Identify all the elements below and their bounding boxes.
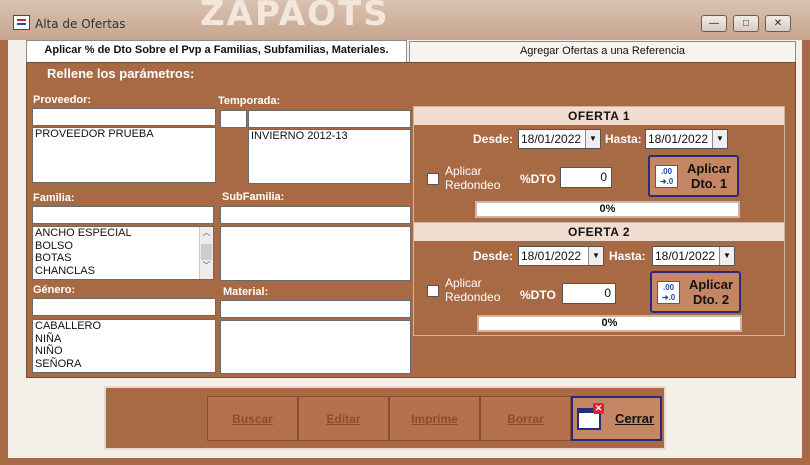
list-item[interactable]: NIÑO [33,345,215,358]
title-bar: Alta de Ofertas ZAPAOTS — □ ✕ [0,0,810,40]
aplicar-dto-1-button[interactable]: .00 ➜.0 Aplicar Dto. 1 [648,155,739,197]
oferta-1-panel: OFERTA 1 Desde: 18/01/2022 ▼ Hasta: 18/0… [413,106,785,223]
material-label: Material: [223,286,269,298]
cerrar-button[interactable]: ✕ Cerrar [571,396,662,441]
oferta-1-hasta-label: Hasta: [605,132,642,146]
scroll-thumb[interactable] [201,244,212,260]
imprime-button[interactable]: Imprime [389,396,480,441]
oferta-1-dto-label: %DTO [520,172,556,186]
scroll-down-icon[interactable]: ﹀ [200,260,213,271]
familia-label: Familia: [33,192,75,204]
chevron-down-icon[interactable]: ▼ [585,130,600,148]
material-filter-input[interactable] [220,300,411,318]
minimize-button[interactable]: — [701,15,727,32]
tab-aplicar-dto[interactable]: Aplicar % de Dto Sobre el Pvp a Familias… [26,40,407,63]
oferta-2-desde-date[interactable]: 18/01/2022 ▼ [518,246,604,266]
oferta-2-hasta-value: 18/01/2022 [655,249,716,263]
tab-agregar-ofertas[interactable]: Agregar Ofertas a una Referencia [409,41,796,62]
chevron-down-icon[interactable]: ▼ [719,247,734,265]
list-item[interactable]: NIÑA [33,333,215,346]
decimal-icon: .00 ➜.0 [655,165,678,188]
maximize-button[interactable]: □ [733,15,759,32]
proveedor-label: Proveedor: [33,94,92,106]
form-heading: Rellene los parámetros: [47,66,195,81]
oferta-1-title: OFERTA 1 [414,107,784,125]
close-icon: ✕ [593,403,604,414]
material-list[interactable] [220,320,411,374]
oferta-1-hasta-date[interactable]: 18/01/2022 ▼ [645,129,728,149]
oferta-1-redondeo-checkbox[interactable] [427,173,439,185]
oferta-2-redondeo-label: Aplicar Redondeo [445,276,501,304]
list-item[interactable]: INVIERNO 2012-13 [249,130,410,143]
chevron-down-icon[interactable]: ▼ [588,247,603,265]
proveedor-list[interactable]: PROVEEDOR PRUEBA [32,127,216,183]
close-button[interactable]: ✕ [765,15,791,32]
aplicar-dto-2-button[interactable]: .00 ➜.0 Aplicar Dto. 2 [650,271,741,313]
subfamilia-label: SubFamilia: [222,191,285,203]
oferta-1-hasta-value: 18/01/2022 [648,132,709,146]
buscar-button[interactable]: Buscar [207,396,298,441]
oferta-1-progress-bar: 0% [475,201,740,218]
list-item[interactable]: SEÑORA [33,358,215,371]
list-item[interactable]: CABALLERO [33,320,215,333]
genero-list[interactable]: CABALLERO NIÑA NIÑO SEÑORA [32,319,216,373]
editar-button[interactable]: Editar [298,396,389,441]
familia-scrollbar[interactable]: ︿ ﹀ [199,227,213,279]
oferta-1-desde-label: Desde: [473,132,514,146]
oferta-1-redondeo-label: Aplicar Redondeo [445,164,501,192]
subfamilia-filter-input[interactable] [220,206,411,224]
temporada-label: Temporada: [218,95,281,107]
genero-filter-input[interactable] [32,298,216,316]
oferta-1-dto-input[interactable]: 0 [560,167,612,188]
decimal-icon: .00 ➜.0 [657,281,680,304]
list-item[interactable]: BOTAS [33,252,213,265]
oferta-2-desde-label: Desde: [473,249,514,263]
oferta-2-title: OFERTA 2 [414,223,784,241]
familia-filter-input[interactable] [32,206,214,224]
oferta-1-desde-value: 18/01/2022 [521,132,582,146]
subfamilia-list[interactable] [220,226,411,281]
oferta-2-panel: OFERTA 2 Desde: 18/01/2022 ▼ Hasta: 18/0… [413,222,785,336]
chevron-down-icon[interactable]: ▼ [712,130,727,148]
oferta-2-dto-input[interactable]: 0 [562,283,616,304]
list-item[interactable]: BOLSO [33,240,213,253]
oferta-2-desde-value: 18/01/2022 [521,249,582,263]
temporada-filter-input[interactable] [248,110,411,128]
temporada-code-input[interactable] [220,110,247,128]
familia-list[interactable]: ANCHO ESPECIAL BOLSO BOTAS CHANCLAS ︿ ﹀ [32,226,214,280]
list-item[interactable]: PROVEEDOR PRUEBA [33,128,215,141]
proveedor-filter-input[interactable] [32,108,216,126]
window-title: Alta de Ofertas [35,17,126,31]
scroll-up-icon[interactable]: ︿ [200,227,213,238]
oferta-2-dto-label: %DTO [520,288,556,302]
oferta-2-hasta-label: Hasta: [609,249,646,263]
genero-label: Género: [33,284,76,296]
oferta-1-desde-date[interactable]: 18/01/2022 ▼ [518,129,601,149]
oferta-2-redondeo-checkbox[interactable] [427,285,439,297]
list-item[interactable]: CHANCLAS [33,265,213,278]
oferta-2-hasta-date[interactable]: 18/01/2022 ▼ [652,246,735,266]
app-icon [13,15,30,30]
borrar-button[interactable]: Borrar [480,396,571,441]
oferta-2-progress-bar: 0% [477,315,742,332]
list-item[interactable]: ANCHO ESPECIAL [33,227,213,240]
logo: ZAPAOTS [200,0,390,34]
temporada-list[interactable]: INVIERNO 2012-13 [248,129,411,184]
